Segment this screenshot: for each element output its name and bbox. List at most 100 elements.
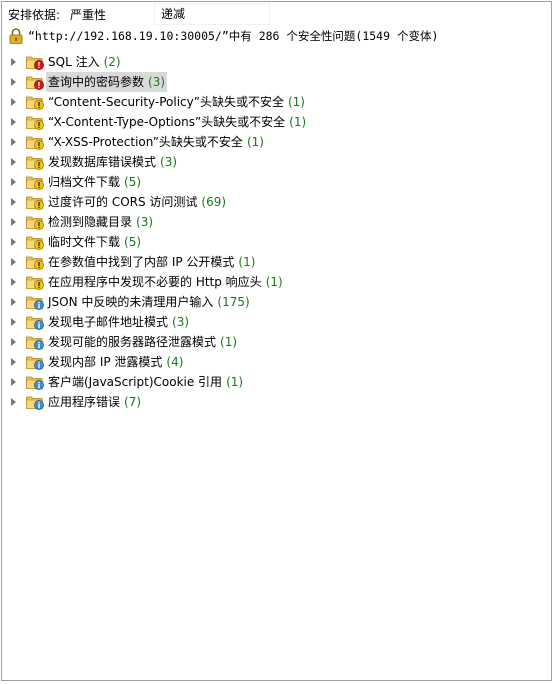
issue-name: 发现数据库错误模式 — [48, 155, 157, 169]
sort-bar: 安排依据: 严重性 递减 — [2, 2, 270, 26]
issue-label[interactable]: 客户端(JavaScript)Cookie 引用 (1) — [46, 372, 245, 392]
issue-row[interactable]: “X-Content-Type-Options”头缺失或不安全 (1) — [2, 112, 551, 132]
issue-row[interactable]: 发现数据库错误模式 (3) — [2, 152, 551, 172]
issue-name: 客户端(JavaScript)Cookie 引用 — [48, 375, 223, 389]
folder-medium-severity-icon — [26, 276, 44, 290]
issues-panel: 安排依据: 严重性 递减 “http://192.168.19.10:30005… — [1, 1, 552, 681]
issue-row[interactable]: 发现可能的服务器路径泄露模式 (1) — [2, 332, 551, 352]
issue-row[interactable]: 归档文件下载 (5) — [2, 172, 551, 192]
issue-label[interactable]: 发现数据库错误模式 (3) — [46, 152, 179, 172]
folder-medium-severity-icon — [26, 256, 44, 270]
sort-label: 安排依据: — [8, 8, 61, 22]
issue-count: (69) — [201, 195, 227, 209]
folder-low-severity-icon — [26, 296, 44, 310]
issue-name: “Content-Security-Policy”头缺失或不安全 — [48, 95, 284, 109]
issue-name: 在应用程序中发现不必要的 Http 响应头 — [48, 275, 262, 289]
summary-text: “http://192.168.19.10:30005/”中有 286 个安全性… — [28, 29, 439, 43]
issue-count: (3) — [136, 215, 154, 229]
issue-label[interactable]: 发现可能的服务器路径泄露模式 (1) — [46, 332, 239, 352]
issue-row[interactable]: 发现内部 IP 泄露模式 (4) — [2, 352, 551, 372]
expand-arrow-icon[interactable] — [11, 378, 16, 386]
folder-low-severity-icon — [26, 396, 44, 410]
expand-arrow-icon[interactable] — [11, 138, 16, 146]
expand-arrow-icon[interactable] — [11, 398, 16, 406]
folder-high-severity-icon — [26, 56, 44, 70]
issue-count: (3) — [172, 315, 190, 329]
issue-label[interactable]: “X-Content-Type-Options”头缺失或不安全 (1) — [46, 112, 308, 132]
folder-medium-severity-icon — [26, 216, 44, 230]
expand-arrow-icon[interactable] — [11, 58, 16, 66]
issue-row[interactable]: 在参数值中找到了内部 IP 公开模式 (1) — [2, 252, 551, 272]
issue-count: (1) — [246, 135, 264, 149]
folder-medium-severity-icon — [26, 96, 44, 110]
issue-count: (175) — [217, 295, 250, 309]
issue-name: 过度许可的 CORS 访问测试 — [48, 195, 198, 209]
issue-label[interactable]: 在应用程序中发现不必要的 Http 响应头 (1) — [46, 272, 285, 292]
issue-label[interactable]: 检测到隐藏目录 (3) — [46, 212, 155, 232]
issue-row[interactable]: 在应用程序中发现不必要的 Http 响应头 (1) — [2, 272, 551, 292]
issue-label[interactable]: “Content-Security-Policy”头缺失或不安全 (1) — [46, 92, 307, 112]
issue-name: SQL 注入 — [48, 55, 100, 69]
expand-arrow-icon[interactable] — [11, 358, 16, 366]
expand-arrow-icon[interactable] — [11, 198, 16, 206]
expand-arrow-icon[interactable] — [11, 178, 16, 186]
folder-medium-severity-icon — [26, 116, 44, 130]
folder-low-severity-icon — [26, 316, 44, 330]
folder-low-severity-icon — [26, 376, 44, 390]
issue-count: (1) — [289, 115, 307, 129]
issue-name: 在参数值中找到了内部 IP 公开模式 — [48, 255, 235, 269]
expand-arrow-icon[interactable] — [11, 158, 16, 166]
expand-arrow-icon[interactable] — [11, 258, 16, 266]
issue-row[interactable]: “X-XSS-Protection”头缺失或不安全 (1) — [2, 132, 551, 152]
issue-row[interactable]: SQL 注入 (2) — [2, 52, 551, 72]
expand-arrow-icon[interactable] — [11, 238, 16, 246]
expand-arrow-icon[interactable] — [11, 218, 16, 226]
issue-row[interactable]: JSON 中反映的未清理用户输入 (175) — [2, 292, 551, 312]
issue-label[interactable]: “X-XSS-Protection”头缺失或不安全 (1) — [46, 132, 266, 152]
issue-label[interactable]: 发现内部 IP 泄露模式 (4) — [46, 352, 185, 372]
issue-label[interactable]: 查询中的密码参数 (3) — [46, 72, 168, 92]
issue-count: (5) — [124, 235, 142, 249]
issue-count: (3) — [160, 155, 178, 169]
issue-row[interactable]: 客户端(JavaScript)Cookie 引用 (1) — [2, 372, 551, 392]
issue-row[interactable]: 临时文件下载 (5) — [2, 232, 551, 252]
expand-arrow-icon[interactable] — [11, 78, 16, 86]
expand-arrow-icon[interactable] — [11, 318, 16, 326]
issue-label[interactable]: 过度许可的 CORS 访问测试 (69) — [46, 192, 228, 212]
expand-arrow-icon[interactable] — [11, 98, 16, 106]
issue-label[interactable]: 发现电子邮件地址模式 (3) — [46, 312, 191, 332]
folder-low-severity-icon — [26, 336, 44, 350]
issue-label[interactable]: 在参数值中找到了内部 IP 公开模式 (1) — [46, 252, 257, 272]
issue-label[interactable]: JSON 中反映的未清理用户输入 (175) — [46, 292, 252, 312]
issue-row[interactable]: 应用程序错误 (7) — [2, 392, 551, 412]
issue-label[interactable]: 归档文件下载 (5) — [46, 172, 143, 192]
issue-label[interactable]: 应用程序错误 (7) — [46, 392, 143, 412]
issue-row[interactable]: 检测到隐藏目录 (3) — [2, 212, 551, 232]
issue-name: 发现电子邮件地址模式 — [48, 315, 169, 329]
issue-row[interactable]: “Content-Security-Policy”头缺失或不安全 (1) — [2, 92, 551, 112]
issue-count: (7) — [124, 395, 142, 409]
issue-row[interactable]: 过度许可的 CORS 访问测试 (69) — [2, 192, 551, 212]
issue-count: (2) — [103, 55, 121, 69]
sort-order-select[interactable]: 递减 — [154, 3, 270, 25]
issue-row[interactable]: 发现电子邮件地址模式 (3) — [2, 312, 551, 332]
expand-arrow-icon[interactable] — [11, 278, 16, 286]
expand-arrow-icon[interactable] — [11, 338, 16, 346]
issue-count: (1) — [238, 255, 256, 269]
folder-high-severity-icon — [26, 76, 44, 90]
issue-count: (1) — [220, 335, 238, 349]
expand-arrow-icon[interactable] — [11, 118, 16, 126]
issue-label[interactable]: SQL 注入 (2) — [46, 52, 123, 72]
issue-name: 发现可能的服务器路径泄露模式 — [48, 335, 217, 349]
issue-row[interactable]: 查询中的密码参数 (3) — [2, 72, 551, 92]
folder-low-severity-icon — [26, 356, 44, 370]
issue-count: (1) — [265, 275, 283, 289]
issue-name: 临时文件下载 — [48, 235, 121, 249]
issue-label[interactable]: 临时文件下载 (5) — [46, 232, 143, 252]
expand-arrow-icon[interactable] — [11, 298, 16, 306]
sort-field-select[interactable]: 严重性 — [70, 4, 106, 26]
issue-count: (4) — [166, 355, 184, 369]
folder-medium-severity-icon — [26, 236, 44, 250]
issue-count: (1) — [287, 95, 305, 109]
issue-name: 检测到隐藏目录 — [48, 215, 133, 229]
